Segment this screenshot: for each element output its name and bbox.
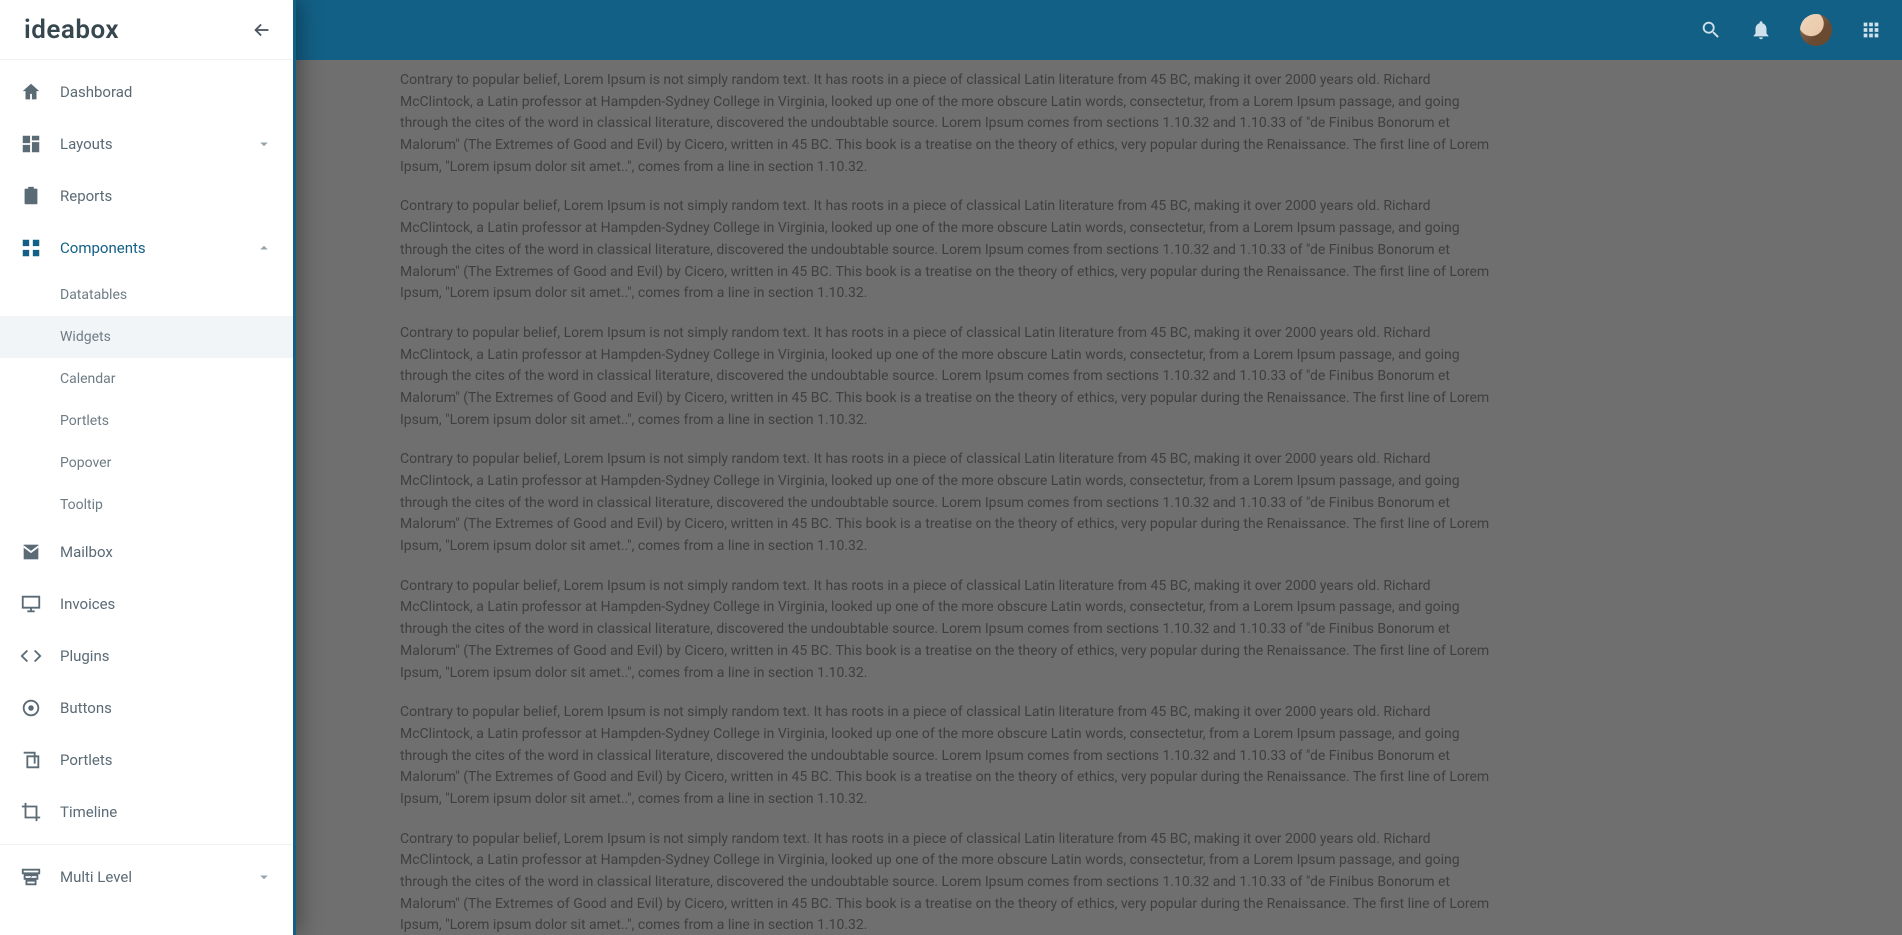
mail-icon	[20, 541, 42, 563]
sidebar-item-label: Multi Level	[60, 868, 237, 886]
sidebar-item-label: Dashborad	[60, 83, 273, 101]
sidebar-item-label: Components	[60, 239, 237, 257]
dashboard-icon	[20, 133, 42, 155]
body-paragraph: Contrary to popular belief, Lorem Ipsum …	[400, 449, 1500, 557]
sidebar-drawer: ideabox Dashborad Layouts Reports Component…	[0, 0, 296, 935]
sidebar-item-components[interactable]: Components	[0, 222, 293, 274]
sidebar-item-label: Plugins	[60, 647, 273, 665]
chevron-down-icon	[255, 135, 273, 153]
sidebar-item-label: Portlets	[60, 751, 273, 769]
sidebar-subnav-components: DatatablesWidgetsCalendarPortletsPopover…	[0, 274, 293, 526]
sidebar-subitem-widgets[interactable]: Widgets	[0, 316, 293, 358]
sidebar-item-label: Invoices	[60, 595, 273, 613]
sidebar-subitem-tooltip[interactable]: Tooltip	[60, 484, 293, 526]
sidebar-nav: Dashborad Layouts Reports Components Datatab…	[0, 60, 293, 935]
clipboard-icon	[20, 185, 42, 207]
chevron-down-icon	[255, 868, 273, 886]
sidebar-subitem-popover[interactable]: Popover	[60, 442, 293, 484]
body-paragraph: Contrary to popular belief, Lorem Ipsum …	[400, 829, 1500, 935]
body-paragraph: Contrary to popular belief, Lorem Ipsum …	[400, 576, 1500, 684]
sidebar-item-timeline[interactable]: Timeline	[0, 786, 293, 838]
avatar[interactable]	[1800, 14, 1832, 46]
article-body: Contrary to popular belief, Lorem Ipsum …	[400, 70, 1530, 935]
sidebar-item-layouts[interactable]: Layouts	[0, 118, 293, 170]
sidebar-item-label: Layouts	[60, 135, 237, 153]
body-paragraph: Contrary to popular belief, Lorem Ipsum …	[400, 702, 1500, 810]
sidebar-item-dashboard[interactable]: Dashborad	[0, 66, 293, 118]
sidebar-item-label: Buttons	[60, 699, 273, 717]
body-paragraph: Contrary to popular belief, Lorem Ipsum …	[400, 70, 1500, 178]
drawer-back-button[interactable]	[251, 19, 273, 41]
sidebar-subitem-portlets[interactable]: Portlets	[60, 400, 293, 442]
search-icon[interactable]	[1700, 19, 1722, 41]
nav-separator	[0, 844, 293, 845]
sidebar-subitem-calendar[interactable]: Calendar	[60, 358, 293, 400]
filter2-icon: 2	[20, 866, 42, 888]
brand-name: ideabox	[24, 15, 119, 45]
code-icon	[20, 645, 42, 667]
bell-icon[interactable]	[1750, 19, 1772, 41]
sidebar-item-portlets2[interactable]: Portlets	[0, 734, 293, 786]
sidebar-item-label: Mailbox	[60, 543, 273, 561]
copy-icon	[20, 749, 42, 771]
brand-logo[interactable]: ideabox	[24, 15, 119, 45]
sidebar-item-multilevel[interactable]: 2 Multi Level	[0, 851, 293, 903]
sidebar-item-buttons[interactable]: Buttons	[0, 682, 293, 734]
sidebar-item-label: Timeline	[60, 803, 273, 821]
chevron-up-icon	[255, 239, 273, 257]
home-icon	[20, 81, 42, 103]
drawer-header: ideabox	[0, 0, 293, 60]
sidebar-subitem-datatables[interactable]: Datatables	[60, 274, 293, 316]
monitor-icon	[20, 593, 42, 615]
svg-text:2: 2	[29, 872, 33, 881]
sidebar-item-reports[interactable]: Reports	[0, 170, 293, 222]
widgets-icon	[20, 237, 42, 259]
topbar-actions	[1700, 14, 1882, 46]
sidebar-item-mailbox[interactable]: Mailbox	[0, 526, 293, 578]
sidebar-item-invoices[interactable]: Invoices	[0, 578, 293, 630]
apps-icon[interactable]	[1860, 19, 1882, 41]
target-icon	[20, 697, 42, 719]
crop-icon	[20, 801, 42, 823]
body-paragraph: Contrary to popular belief, Lorem Ipsum …	[400, 196, 1500, 304]
sidebar-item-plugins[interactable]: Plugins	[0, 630, 293, 682]
body-paragraph: Contrary to popular belief, Lorem Ipsum …	[400, 323, 1500, 431]
sidebar-item-label: Reports	[60, 187, 273, 205]
